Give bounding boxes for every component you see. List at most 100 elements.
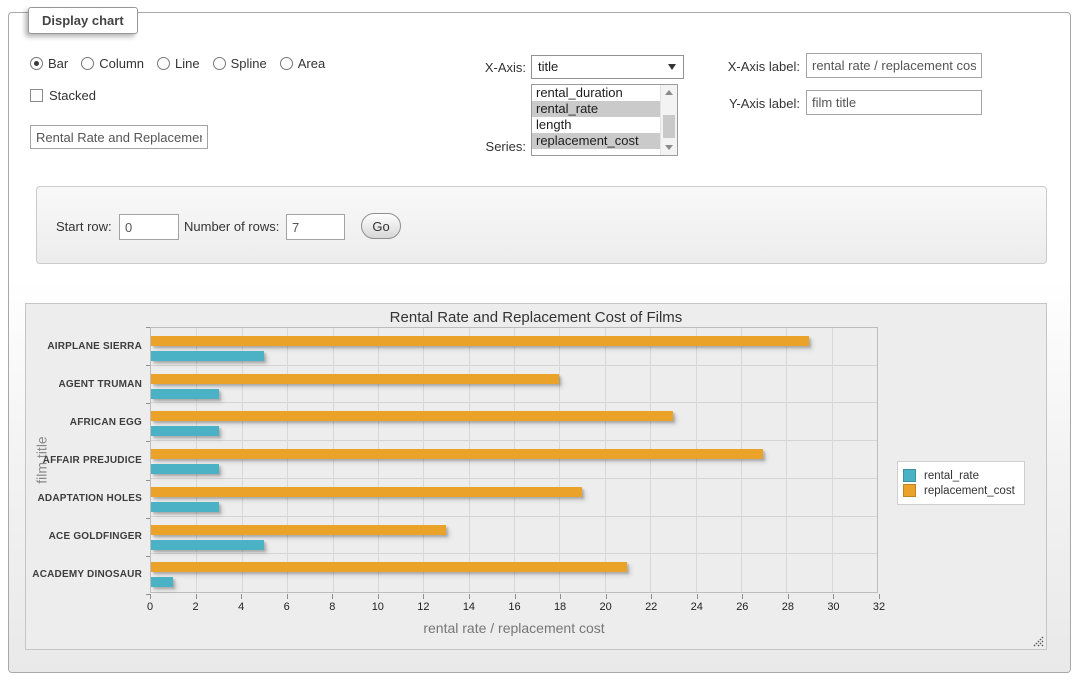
chart-legend: rental_rate replacement_cost [897,461,1025,505]
gridline [605,328,606,592]
y-category-label: AFRICAN EGG [60,403,142,441]
scrollbar-thumb[interactable] [663,115,675,138]
stacked-checkbox-row[interactable]: Stacked [30,88,96,103]
scroll-up-icon[interactable] [661,85,677,100]
x-tick-label: 14 [463,601,475,613]
tick-mark [150,594,151,599]
bar-replacement_cost [151,525,446,535]
start-row-label: Start row: [56,219,112,234]
radio-column-icon[interactable] [81,57,94,70]
radio-area-label: Area [298,56,325,71]
series-select-label: Series: [466,139,526,154]
radio-area-icon[interactable] [280,57,293,70]
radio-bar-label: Bar [48,56,68,71]
series-option-length[interactable]: length [532,117,660,133]
chart-type-radio-group: Bar Column Line Spline Area [30,56,325,71]
tick-mark [423,594,424,599]
radio-bar[interactable]: Bar [30,56,68,71]
tick-mark [332,594,333,599]
bar-rental_rate [151,577,173,587]
x-tick-label: 8 [329,601,335,613]
x-tick-label: 12 [417,601,429,613]
series-option-rental_duration[interactable]: rental_duration [532,85,660,101]
x-axis-label-label: X-Axis label: [712,59,800,74]
radio-line-icon[interactable] [157,57,170,70]
radio-area[interactable]: Area [280,56,325,71]
tick-mark [697,594,698,599]
radio-spline[interactable]: Spline [213,56,267,71]
bar-rental_rate [151,464,219,474]
row-controls-panel: Start row: Number of rows: Go [36,186,1047,264]
x-axis-select[interactable]: title [531,55,684,79]
bar-rental_rate [151,502,219,512]
y-category-label: AIRPLANE SIERRA [60,327,142,365]
x-tick-label: 16 [508,601,520,613]
legend-item-rental-rate: rental_rate [903,469,1015,482]
tick-mark [833,594,834,599]
tick-mark [742,594,743,599]
radio-line[interactable]: Line [157,56,200,71]
gridline [786,328,787,592]
radio-line-label: Line [175,56,200,71]
go-button[interactable]: Go [361,213,401,239]
bar-rental_rate [151,351,264,361]
radio-spline-icon[interactable] [213,57,226,70]
x-tick-label: 28 [782,601,794,613]
gridline [423,328,424,592]
x-tick-label: 18 [554,601,566,613]
radio-bar-icon[interactable] [30,57,43,70]
chart-title: Rental Rate and Replacement Cost of Film… [26,309,1046,326]
x-axis-select-label: X-Axis: [466,60,526,75]
radio-column[interactable]: Column [81,56,144,71]
series-multiselect[interactable]: rental_durationrental_ratelengthreplacem… [531,84,678,156]
bar-rental_rate [151,540,264,550]
tick-mark [651,594,652,599]
x-axis-title: rental rate / replacement cost [150,620,878,636]
gridline [832,328,833,592]
tick-mark [879,594,880,599]
x-axis-tick-marks [150,594,879,599]
tick-mark [606,594,607,599]
y-category-label: ACADEMY DINOSAUR [60,555,142,593]
x-tick-label: 2 [193,601,199,613]
x-axis-label-input[interactable] [806,53,982,78]
x-tick-label: 22 [645,601,657,613]
chart-title-input[interactable] [30,125,208,149]
legend-item-replacement-cost: replacement_cost [903,484,1015,497]
gridline [741,328,742,592]
gridline [514,328,515,592]
tick-mark [469,594,470,599]
bar-chart: Rental Rate and Replacement Cost of Film… [25,303,1047,650]
stacked-checkbox[interactable] [30,89,43,102]
gridline [696,328,697,592]
start-row-input[interactable] [119,214,179,240]
series-option-replacement_cost[interactable]: replacement_cost [532,133,660,149]
x-axis-tick-labels: 02468101214161820222426283032 [150,601,879,615]
radio-column-label: Column [99,56,144,71]
y-category-label: ACE GOLDFINGER [60,517,142,555]
legend-label-replacement-cost: replacement_cost [924,485,1015,497]
series-option-rental_rate[interactable]: rental_rate [532,101,660,117]
num-rows-input[interactable] [286,214,345,240]
gridline [650,328,651,592]
x-tick-label: 10 [372,601,384,613]
x-tick-label: 0 [147,601,153,613]
dropdown-arrow-icon [668,64,676,70]
x-tick-label: 24 [691,601,703,613]
stacked-label: Stacked [49,88,96,103]
y-category-label: ADAPTATION HOLES [60,479,142,517]
num-rows-label: Number of rows: [184,219,279,234]
y-category-label: AGENT TRUMAN [60,365,142,403]
gridline [333,328,334,592]
gridline [196,328,197,592]
legend-swatch-rental-rate [903,469,916,482]
tick-mark [378,594,379,599]
bar-replacement_cost [151,336,809,346]
gridline [559,328,560,592]
y-axis-label-input[interactable] [806,90,982,115]
bar-replacement_cost [151,449,763,459]
resize-handle-icon[interactable] [1033,636,1044,647]
series-list-scrollbar[interactable] [660,85,677,155]
gridline [242,328,243,592]
scroll-down-icon[interactable] [661,140,677,155]
